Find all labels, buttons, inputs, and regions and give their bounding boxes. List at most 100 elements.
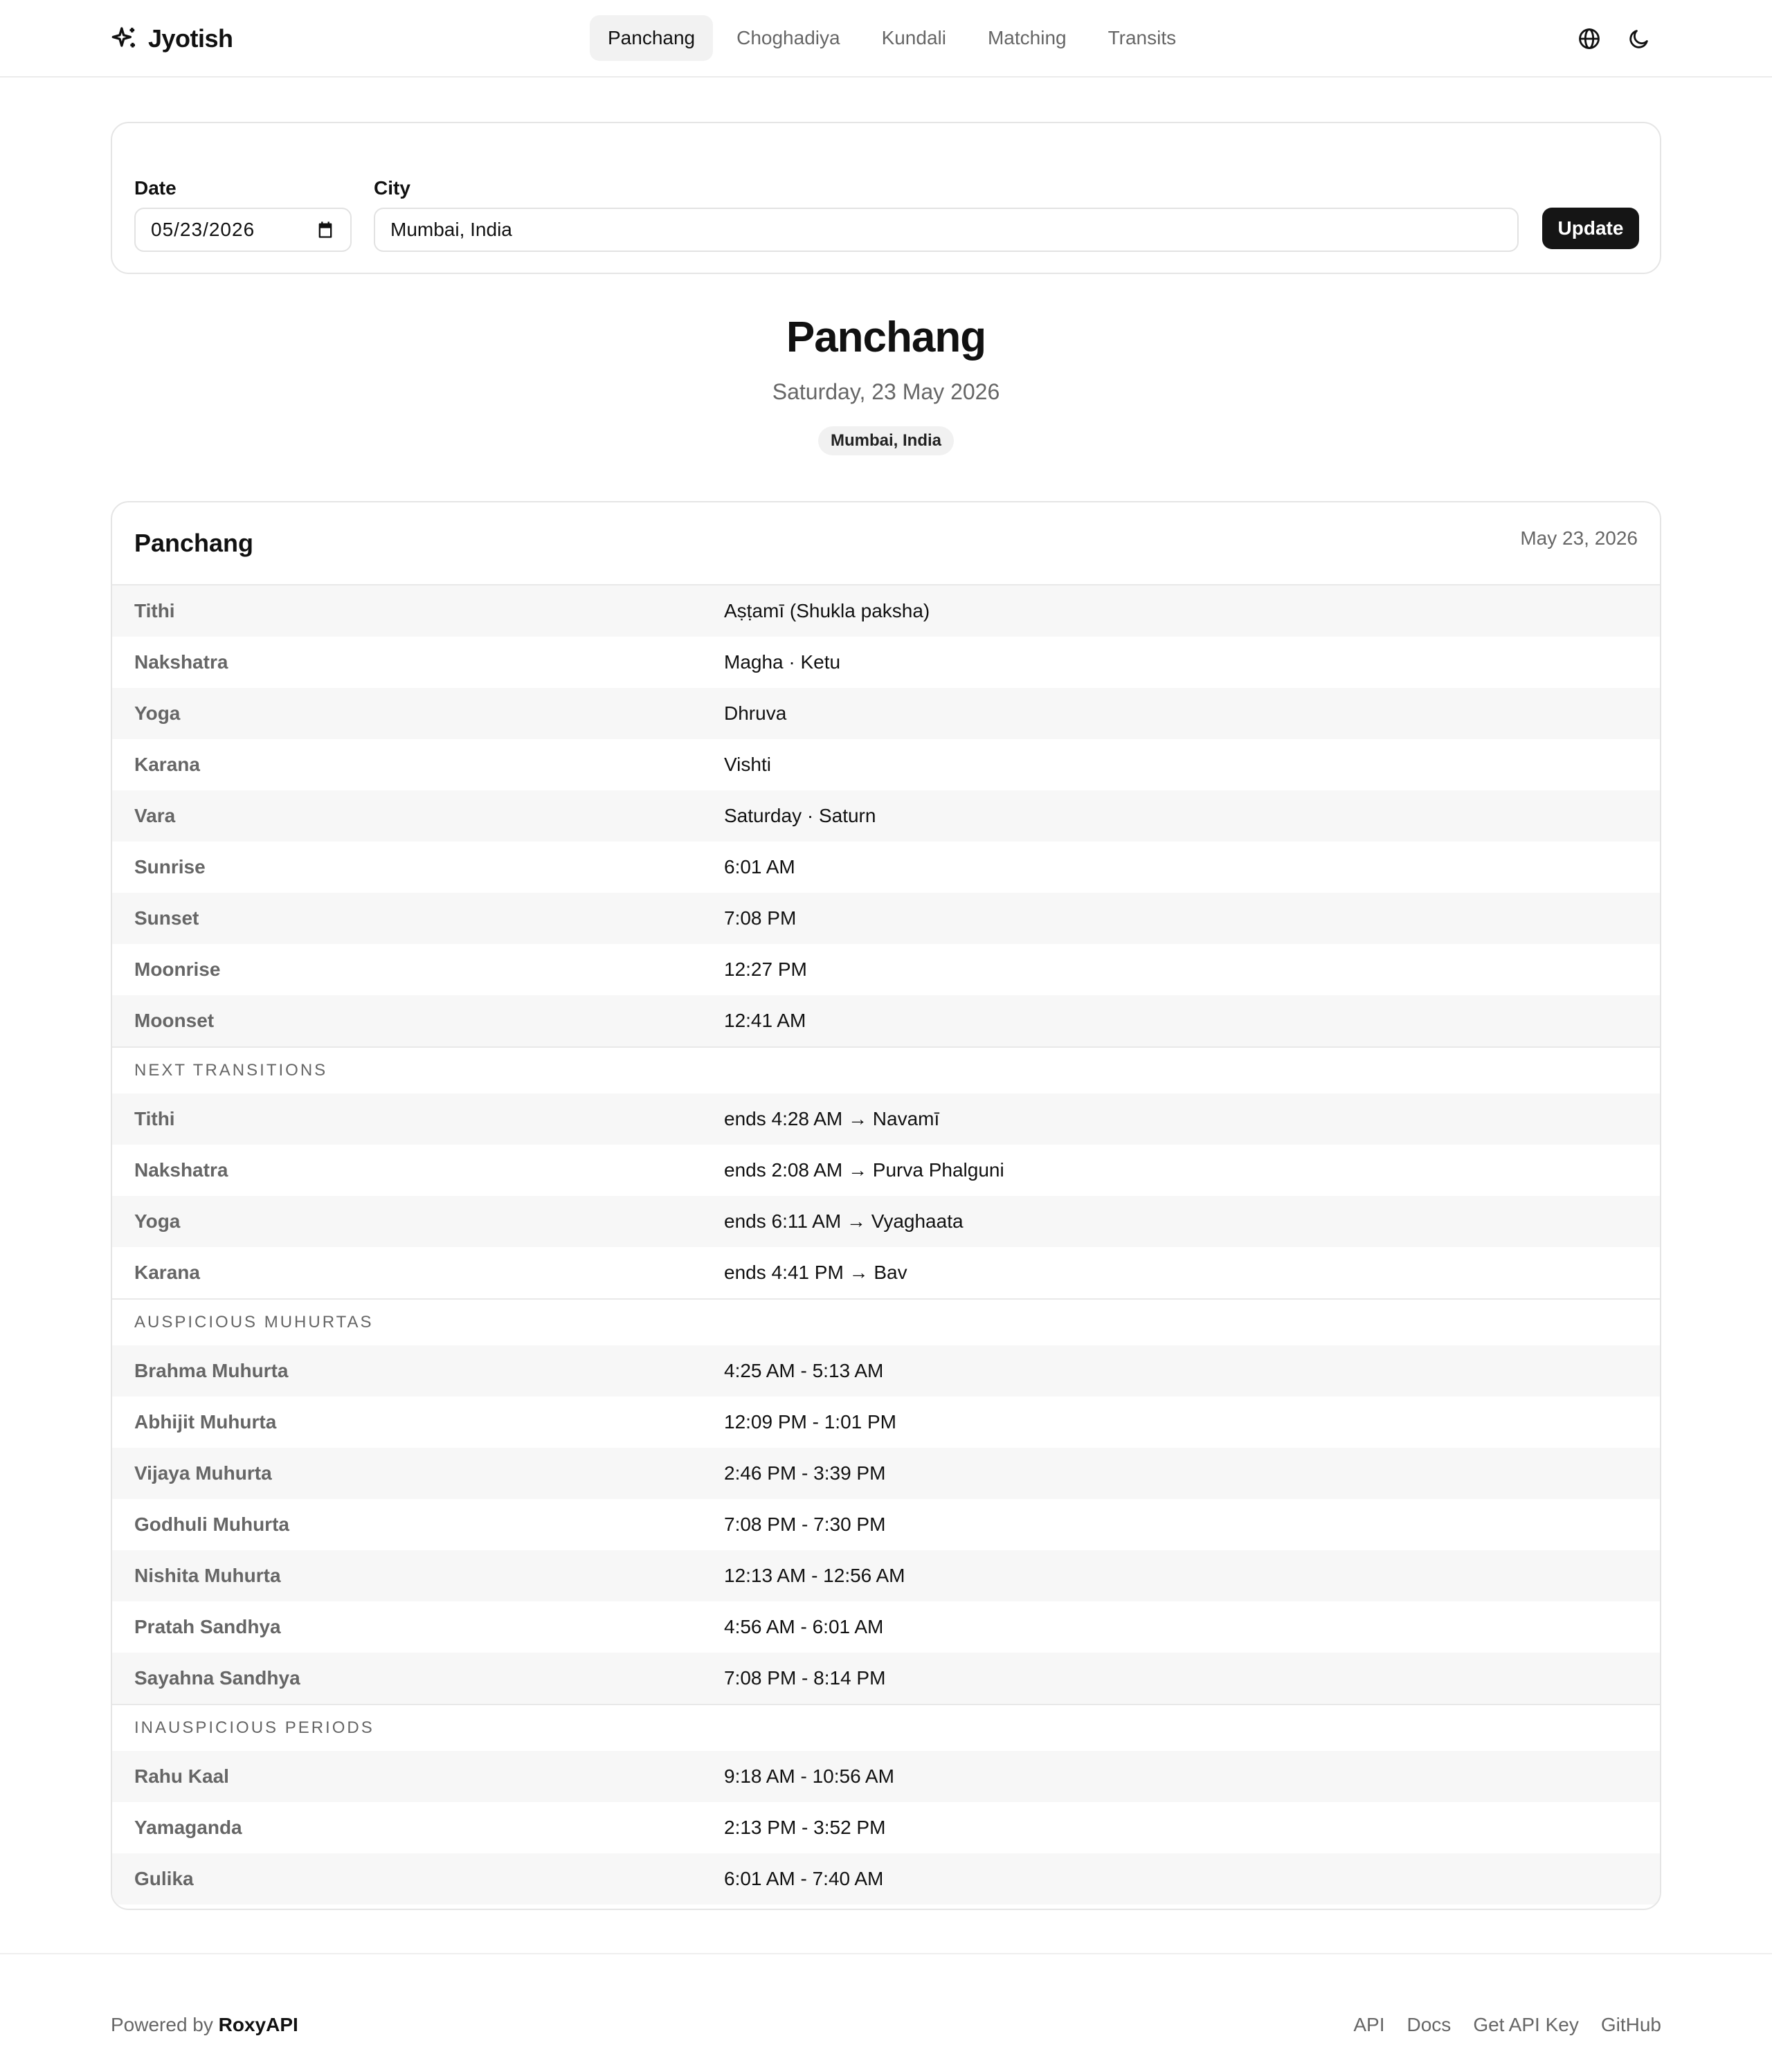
row-value: ends 4:28 AM → Navamī bbox=[724, 1108, 940, 1129]
brand-logo[interactable]: Jyotish bbox=[111, 21, 233, 57]
table-row: Brahma Muhurta 4:25 AM - 5:13 AM bbox=[112, 1345, 1660, 1397]
footer-link-get-api-key[interactable]: Get API Key bbox=[1473, 2014, 1579, 2036]
sparkles-icon bbox=[111, 27, 135, 48]
table-row: Godhuli Muhurta 7:08 PM - 7:30 PM bbox=[112, 1499, 1660, 1550]
row-label: Nakshatra bbox=[134, 1159, 228, 1181]
row-value: Vishti bbox=[724, 754, 771, 775]
table-row: Vijaya Muhurta 2:46 PM - 3:39 PM bbox=[112, 1448, 1660, 1499]
row-value: Saturday · Saturn bbox=[724, 805, 876, 826]
row-label: Sunset bbox=[134, 907, 199, 929]
row-label: Moonset bbox=[134, 1010, 215, 1031]
row-value: 12:13 AM - 12:56 AM bbox=[724, 1565, 905, 1586]
row-value: Aṣṭamī (Shukla paksha) bbox=[724, 600, 930, 621]
row-label: Gulika bbox=[134, 1868, 194, 1889]
row-label: Tithi bbox=[134, 600, 175, 621]
page-date: Saturday, 23 May 2026 bbox=[772, 379, 1000, 404]
roxyapi-link[interactable]: RoxyAPI bbox=[219, 2014, 298, 2035]
tab-transits[interactable]: Transits bbox=[1090, 15, 1195, 61]
row-label: Karana bbox=[134, 1262, 200, 1283]
table-row: Pratah Sandhya 4:56 AM - 6:01 AM bbox=[112, 1601, 1660, 1653]
row-value: ends 6:11 AM → Vyaghaata bbox=[724, 1210, 964, 1232]
language-button[interactable] bbox=[1573, 22, 1606, 55]
city-input[interactable]: Mumbai, India bbox=[374, 208, 1519, 252]
footer-link-api[interactable]: API bbox=[1353, 2014, 1384, 2036]
row-value: 7:08 PM bbox=[724, 907, 797, 929]
row-value: 6:01 AM - 7:40 AM bbox=[724, 1868, 884, 1889]
row-label: Vijaya Muhurta bbox=[134, 1462, 272, 1484]
row-label: Brahma Muhurta bbox=[134, 1360, 289, 1381]
table-row: Yoga Dhruva bbox=[112, 688, 1660, 739]
row-label: Sunrise bbox=[134, 856, 206, 878]
calendar-icon[interactable] bbox=[316, 220, 335, 239]
section-header-auspicious: Auspicious Muhurtas bbox=[112, 1298, 1660, 1345]
section-header-transitions: Next Transitions bbox=[112, 1046, 1660, 1093]
date-input[interactable]: 05/23/2026 bbox=[134, 208, 352, 252]
row-label: Pratah Sandhya bbox=[134, 1616, 281, 1637]
table-row: Yoga ends 6:11 AM → Vyaghaata bbox=[112, 1196, 1660, 1247]
table-row: Moonrise 12:27 PM bbox=[112, 944, 1660, 995]
row-label: Abhijit Muhurta bbox=[134, 1411, 277, 1433]
date-label: Date bbox=[134, 177, 177, 199]
row-value: Magha · Ketu bbox=[724, 651, 841, 673]
page-title: Panchang bbox=[786, 313, 986, 361]
row-value: 9:18 AM - 10:56 AM bbox=[724, 1765, 894, 1787]
row-value: ends 2:08 AM → Purva Phalguni bbox=[724, 1159, 1004, 1181]
main-nav: Panchang Choghadiya Kundali Matching Tra… bbox=[590, 15, 1194, 61]
powered-by: Powered by RoxyAPI bbox=[111, 2014, 298, 2036]
update-button[interactable]: Update bbox=[1542, 208, 1639, 249]
table-row: Tithi ends 4:28 AM → Navamī bbox=[112, 1093, 1660, 1145]
table-row: Nakshatra Magha · Ketu bbox=[112, 637, 1660, 688]
tab-panchang[interactable]: Panchang bbox=[590, 15, 714, 61]
row-value: 2:13 PM - 3:52 PM bbox=[724, 1817, 886, 1838]
table-row: Nishita Muhurta 12:13 AM - 12:56 AM bbox=[112, 1550, 1660, 1601]
theme-toggle-button[interactable] bbox=[1622, 22, 1656, 55]
row-value: 4:25 AM - 5:13 AM bbox=[724, 1360, 884, 1381]
footer-links: API Docs Get API Key GitHub bbox=[1353, 2014, 1661, 2036]
table-row: Sunset 7:08 PM bbox=[112, 893, 1660, 944]
row-label: Tithi bbox=[134, 1108, 175, 1129]
brand-name: Jyotish bbox=[148, 24, 233, 53]
row-value: 7:08 PM - 8:14 PM bbox=[724, 1667, 886, 1689]
panchang-card: Panchang May 23, 2026 Tithi Aṣṭamī (Shukl… bbox=[111, 501, 1661, 1910]
tab-matching[interactable]: Matching bbox=[970, 15, 1085, 61]
row-label: Sayahna Sandhya bbox=[134, 1667, 300, 1689]
table-row: Sayahna Sandhya 7:08 PM - 8:14 PM bbox=[112, 1653, 1660, 1704]
section-header-inauspicious: Inauspicious Periods bbox=[112, 1704, 1660, 1751]
table-row: Vara Saturday · Saturn bbox=[112, 790, 1660, 842]
footer-link-github[interactable]: GitHub bbox=[1601, 2014, 1661, 2036]
table-row: Rahu Kaal 9:18 AM - 10:56 AM bbox=[112, 1751, 1660, 1802]
tab-choghadiya[interactable]: Choghadiya bbox=[718, 15, 858, 61]
card-date: May 23, 2026 bbox=[1520, 527, 1638, 549]
row-label: Nishita Muhurta bbox=[134, 1565, 281, 1586]
powered-prefix: Powered by bbox=[111, 2014, 213, 2035]
row-label: Yoga bbox=[134, 1210, 181, 1232]
table-row: Tithi Aṣṭamī (Shukla paksha) bbox=[112, 585, 1660, 637]
globe-icon bbox=[1579, 28, 1600, 49]
table-row: Yamaganda 2:13 PM - 3:52 PM bbox=[112, 1802, 1660, 1853]
city-label: City bbox=[374, 177, 410, 199]
table-row: Karana ends 4:41 PM → Bav bbox=[112, 1247, 1660, 1298]
footer: Powered by RoxyAPI API Docs Get API Key … bbox=[0, 1953, 1772, 2072]
card-header: Panchang May 23, 2026 bbox=[112, 502, 1660, 585]
row-value: 2:46 PM - 3:39 PM bbox=[724, 1462, 886, 1484]
footer-link-docs[interactable]: Docs bbox=[1407, 2014, 1452, 2036]
row-value: 12:09 PM - 1:01 PM bbox=[724, 1411, 897, 1433]
row-label: Rahu Kaal bbox=[134, 1765, 229, 1787]
row-label: Vara bbox=[134, 805, 176, 826]
row-value: Dhruva bbox=[724, 702, 787, 724]
tab-kundali[interactable]: Kundali bbox=[864, 15, 964, 61]
moon-icon bbox=[1629, 30, 1648, 48]
row-value: 12:27 PM bbox=[724, 958, 807, 980]
row-label: Moonrise bbox=[134, 958, 221, 980]
table-row: Moonset 12:41 AM bbox=[112, 995, 1660, 1046]
row-value: 6:01 AM bbox=[724, 856, 795, 878]
search-form: Date 05/23/2026 City Mumbai, India Updat… bbox=[111, 122, 1661, 274]
row-label: Godhuli Muhurta bbox=[134, 1514, 289, 1535]
table-row: Karana Vishti bbox=[112, 739, 1660, 790]
location-badge: Mumbai, India bbox=[818, 426, 954, 455]
table-row: Sunrise 6:01 AM bbox=[112, 842, 1660, 893]
date-value: 05/23/2026 bbox=[151, 219, 255, 240]
table-row: Abhijit Muhurta 12:09 PM - 1:01 PM bbox=[112, 1397, 1660, 1448]
row-label: Nakshatra bbox=[134, 651, 228, 673]
row-value: ends 4:41 PM → Bav bbox=[724, 1262, 907, 1283]
